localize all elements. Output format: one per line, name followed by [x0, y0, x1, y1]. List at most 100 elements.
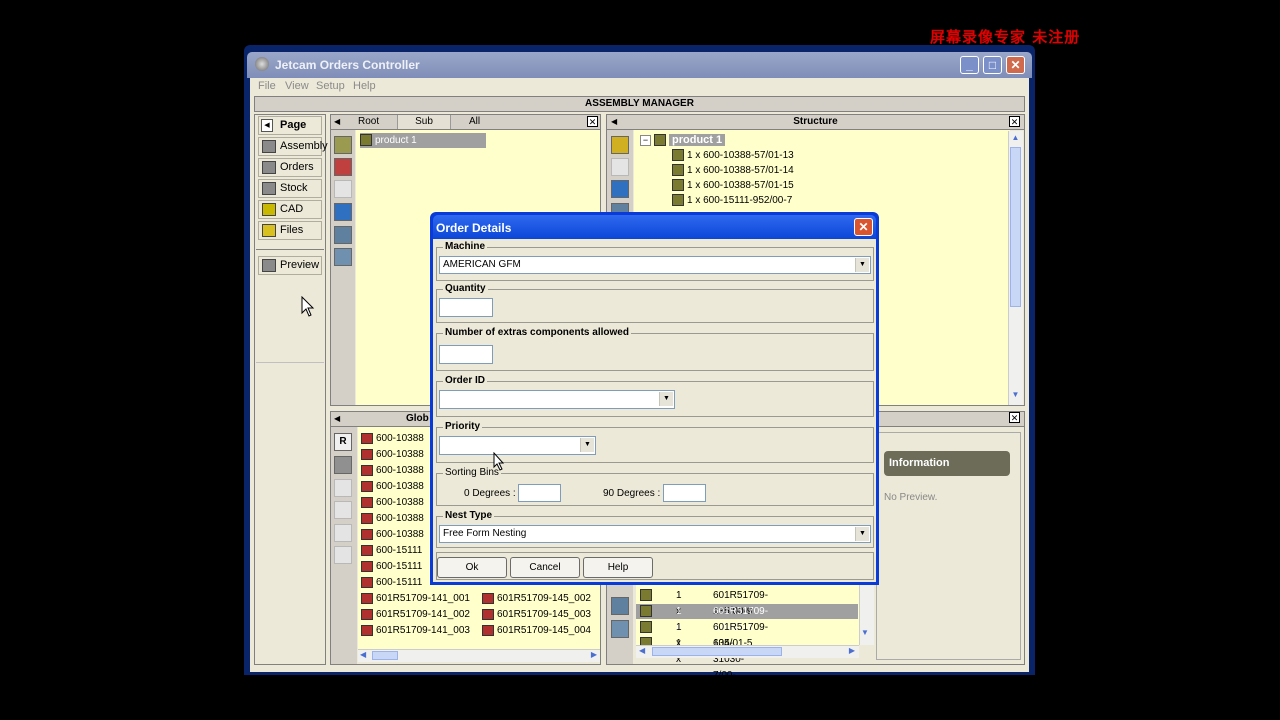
scroll-up-icon[interactable]: ▲	[1010, 133, 1021, 144]
menu-view[interactable]: View	[285, 80, 309, 92]
delete-icon[interactable]	[334, 158, 352, 176]
extras-input[interactable]	[439, 345, 493, 364]
global-list-item[interactable]: 601R51709-145_003	[482, 607, 591, 623]
r-icon[interactable]: R	[334, 433, 352, 451]
global-hscrollbar[interactable]: ◀ ▶	[358, 649, 600, 662]
chevron-left-icon[interactable]: ◀	[334, 117, 340, 126]
global-list-item-label: 600-10388	[376, 497, 424, 508]
scroll-thumb[interactable]	[1010, 147, 1021, 307]
chevron-down-icon[interactable]: ▼	[659, 392, 673, 406]
part-icon	[361, 544, 373, 556]
structure-tree: 1 x 600-10388-57/01-13 1 x 600-10388-57/…	[672, 148, 794, 208]
chevron-down-icon[interactable]: ▼	[855, 258, 869, 272]
nav-item-files[interactable]: Files	[258, 221, 322, 240]
lower-tree-row[interactable]: 1 x 601R51709-135/00-9	[640, 588, 768, 617]
scroll-down-icon[interactable]: ▼	[1010, 390, 1021, 401]
global-list-item[interactable]: 601R51709-141_001	[361, 591, 470, 607]
structure-scrollbar[interactable]: ▲ ▼	[1008, 131, 1023, 405]
close-window-button[interactable]: ✕	[1006, 56, 1025, 74]
close-icon[interactable]: ✕	[1009, 412, 1020, 423]
cancel-button[interactable]: Cancel	[510, 557, 580, 578]
menu-file[interactable]: File	[258, 80, 276, 92]
menu-help[interactable]: Help	[353, 80, 376, 92]
priority-select[interactable]: ▼	[439, 436, 596, 455]
ninety-degrees-input[interactable]	[663, 484, 706, 502]
lock-icon[interactable]	[611, 136, 629, 154]
zero-degrees-input[interactable]	[518, 484, 561, 502]
nav-item-assembly[interactable]: Assembly	[258, 137, 328, 156]
export-icon[interactable]	[334, 226, 352, 244]
acp-icon[interactable]	[334, 203, 352, 221]
export-icon[interactable]	[334, 546, 352, 564]
close-icon[interactable]: ✕	[587, 116, 598, 127]
layout-icon[interactable]	[334, 248, 352, 266]
machine-select[interactable]: AMERICAN GFM ▼	[439, 256, 871, 274]
acp-icon[interactable]	[611, 180, 629, 198]
extras-group: Number of extras components allowed	[436, 327, 874, 371]
nav-item-stock[interactable]: Stock	[258, 179, 322, 198]
structure-item[interactable]: 1 x 600-10388-57/01-13	[672, 148, 794, 163]
maximize-button[interactable]: □	[983, 56, 1002, 74]
structure-root[interactable]: product 1	[654, 133, 726, 148]
mrg-icon[interactable]	[334, 501, 352, 519]
structure-item[interactable]: 1 x 600-10388-57/01-15	[672, 178, 794, 193]
structure-item[interactable]: 1 x 600-15111-952/00-7	[672, 193, 794, 208]
page-button[interactable]: ◀ Page	[258, 116, 322, 135]
scroll-left-icon[interactable]: ◀	[360, 650, 366, 659]
order-id-select[interactable]: ▼	[439, 390, 675, 409]
nav-item-orders[interactable]: Orders	[258, 158, 322, 177]
dialog-close-button[interactable]: ✕	[854, 218, 873, 236]
lower-vscrollbar[interactable]: ▼	[859, 585, 874, 645]
tab-sub[interactable]: Sub	[397, 115, 451, 129]
nav-item-cad[interactable]: CAD	[258, 200, 322, 219]
chevron-down-icon[interactable]: ▼	[580, 438, 594, 452]
ok-button[interactable]: Ok	[437, 557, 507, 578]
global-list-item-label: 600-10388	[376, 465, 424, 476]
global-list-item[interactable]: 601R51709-141_002	[361, 607, 470, 623]
layout-icon[interactable]	[611, 620, 629, 638]
stack-icon[interactable]	[334, 456, 352, 474]
help-button[interactable]: Help	[583, 557, 653, 578]
mrg-icon[interactable]	[611, 158, 629, 176]
chevron-left-icon[interactable]: ◀	[611, 117, 617, 126]
scroll-left-icon[interactable]: ◀	[639, 646, 645, 655]
menu-setup[interactable]: Setup	[316, 80, 345, 92]
app-icon	[255, 57, 269, 71]
part-icon	[361, 592, 373, 604]
tree-item-product[interactable]: product 1	[360, 133, 486, 148]
global-list-item[interactable]: 601R51709-145_002	[482, 591, 591, 607]
preview-label: Preview	[280, 259, 320, 271]
nest-type-select[interactable]: Free Form Nesting ▼	[439, 525, 871, 543]
lower-hscrollbar[interactable]: ◀ ▶	[636, 645, 859, 658]
tab-root[interactable]: Root	[358, 116, 379, 127]
close-icon[interactable]: ✕	[1009, 116, 1020, 127]
tab-all[interactable]: All	[469, 116, 480, 127]
chevron-left-icon[interactable]: ◀	[334, 414, 340, 423]
scroll-down-icon[interactable]: ▼	[861, 628, 869, 637]
nav-label: Files	[280, 224, 304, 236]
nav-divider	[256, 249, 324, 250]
x-icon[interactable]	[334, 479, 352, 497]
acp-icon[interactable]	[334, 524, 352, 542]
scroll-right-icon[interactable]: ▶	[849, 646, 855, 655]
quantity-input[interactable]	[439, 298, 493, 317]
window-titlebar[interactable]: Jetcam Orders Controller _ □ ✕	[247, 52, 1032, 78]
lower-tree-row[interactable]: 1 x 601R51709-135/01-5	[640, 620, 768, 649]
scroll-right-icon[interactable]: ▶	[591, 650, 597, 659]
dialog-titlebar[interactable]: Order Details ✕	[433, 215, 876, 239]
lower-tree-row[interactable]: 1 x 601R51709-135/01-4	[640, 604, 768, 633]
collapse-icon[interactable]: −	[640, 135, 651, 146]
scroll-thumb[interactable]	[652, 647, 782, 656]
scroll-thumb[interactable]	[372, 651, 398, 660]
minimize-button[interactable]: _	[960, 56, 979, 74]
preview-button[interactable]: Preview	[258, 256, 322, 275]
add-product-icon[interactable]	[334, 136, 352, 154]
export-icon[interactable]	[611, 597, 629, 615]
mrg-icon[interactable]	[334, 180, 352, 198]
global-list-item[interactable]: 601R51709-145_004	[482, 623, 591, 639]
global-list-item[interactable]: 601R51709-141_003	[361, 623, 470, 639]
assembly-icon	[262, 140, 276, 153]
structure-item[interactable]: 1 x 600-10388-57/01-14	[672, 163, 794, 178]
quantity-label: Quantity	[443, 283, 488, 294]
chevron-down-icon[interactable]: ▼	[855, 527, 869, 541]
